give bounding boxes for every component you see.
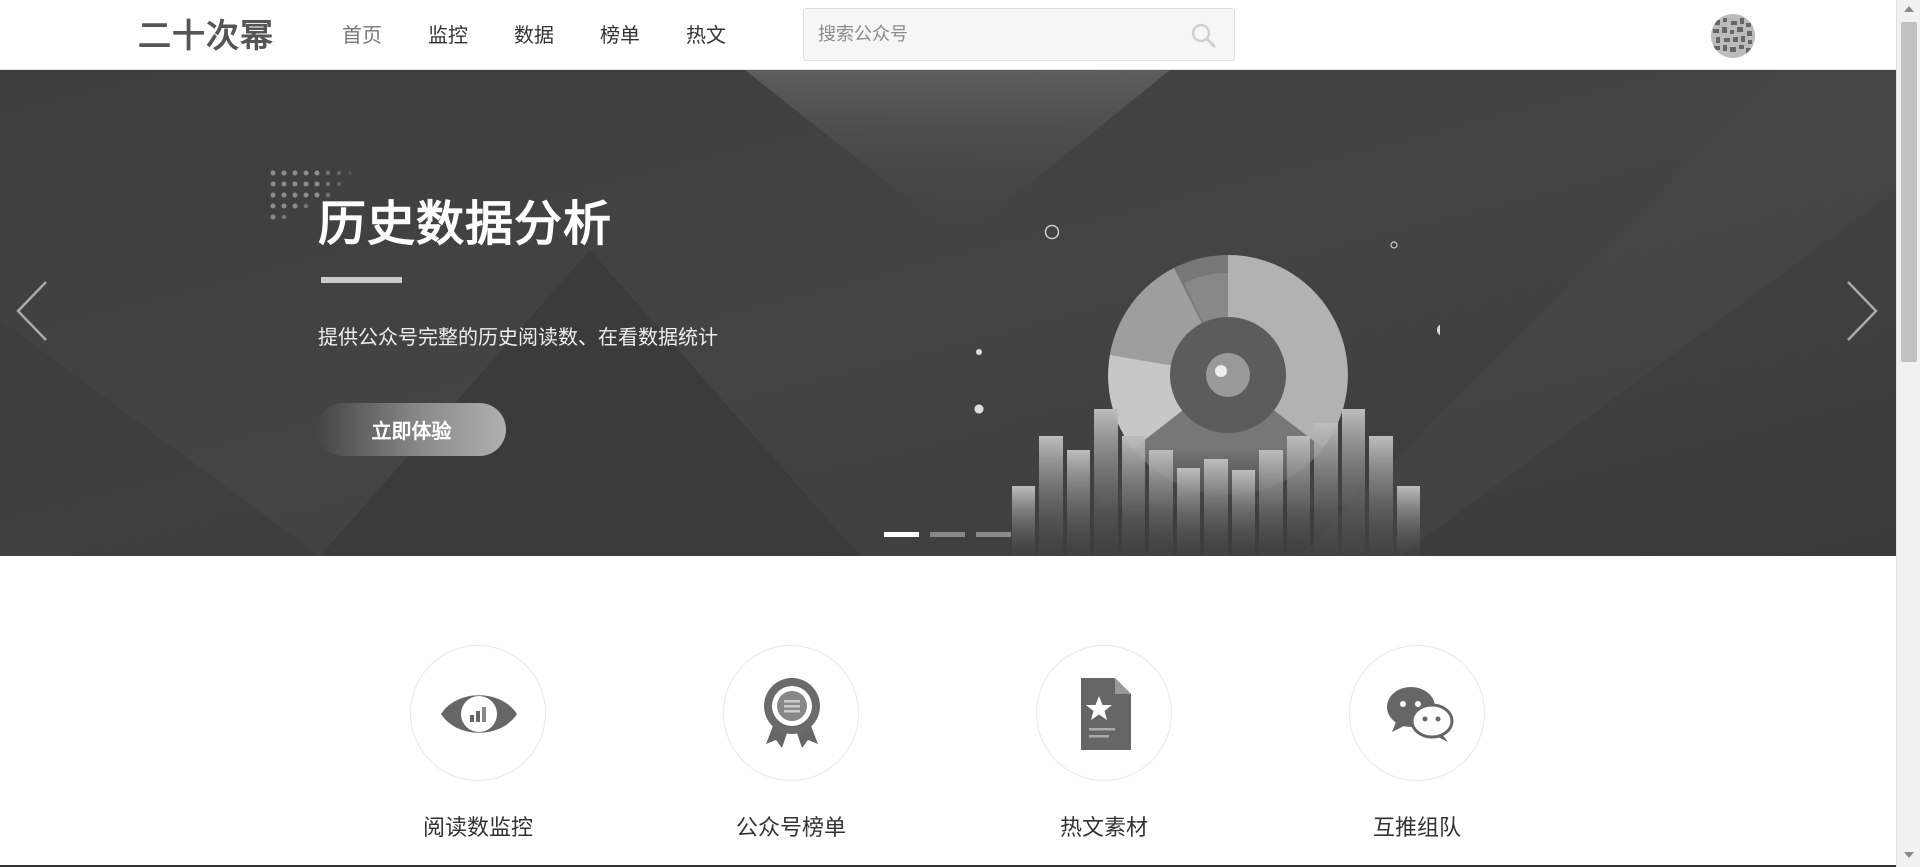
nav-item-home[interactable]: 首页 xyxy=(342,18,382,52)
slider-indicators xyxy=(884,532,1022,537)
feature-icon-circle[interactable] xyxy=(723,645,859,781)
feature-account-ranking[interactable]: 公众号榜单 xyxy=(680,645,900,865)
search-icon[interactable] xyxy=(1190,22,1216,48)
feature-label: 阅读数监控 xyxy=(422,816,533,841)
banner-subtitle: 提供公众号完整的历史阅读数、在看数据统计 xyxy=(318,325,718,349)
avatar[interactable] xyxy=(1711,14,1755,58)
eye-chart-icon xyxy=(441,695,517,733)
nav-item-data[interactable]: 数据 xyxy=(514,18,554,52)
analytics-illustration xyxy=(974,224,1440,556)
feature-label: 互推组队 xyxy=(1372,816,1461,841)
scroll-down-icon[interactable] xyxy=(1904,852,1914,858)
feature-icon-circle[interactable] xyxy=(1349,645,1485,781)
main-nav: 首页 监控 数据 榜单 热文 xyxy=(342,18,772,52)
award-ribbon-icon xyxy=(764,678,820,748)
feature-icon-circle[interactable] xyxy=(1036,645,1172,781)
page-scrollbar[interactable] xyxy=(1896,0,1920,867)
hero-banner: 历史数据分析 提供公众号完整的历史阅读数、在看数据统计 立即体验 xyxy=(0,70,1896,556)
feature-read-monitor[interactable]: 阅读数监控 xyxy=(367,645,587,865)
slider-dot-1[interactable] xyxy=(884,532,919,537)
top-header: 二十次幂 首页 监控 数据 榜单 热文 xyxy=(0,0,1896,70)
feature-label: 热文素材 xyxy=(1059,816,1148,841)
scroll-up-icon[interactable] xyxy=(1904,6,1914,12)
try-now-button[interactable]: 立即体验 xyxy=(317,403,506,456)
feature-hot-materials[interactable]: 热文素材 xyxy=(993,645,1213,865)
slider-dot-2[interactable] xyxy=(930,532,965,537)
nav-item-monitor[interactable]: 监控 xyxy=(428,18,468,52)
starred-document-icon xyxy=(1081,678,1131,750)
feature-section: 阅读数监控 公众号榜单 热文素材 互推组队 xyxy=(0,556,1896,867)
chat-bubbles-icon xyxy=(1387,687,1454,742)
nav-item-hot-articles[interactable]: 热文 xyxy=(686,18,726,52)
banner-prev-arrow[interactable] xyxy=(12,278,52,344)
slider-dot-3[interactable] xyxy=(976,532,1011,537)
nav-item-ranking[interactable]: 榜单 xyxy=(600,18,640,52)
feature-icon-circle[interactable] xyxy=(410,645,546,781)
feature-mutual-promotion[interactable]: 互推组队 xyxy=(1306,645,1526,865)
title-underline xyxy=(321,277,402,283)
banner-title: 历史数据分析 xyxy=(318,196,613,252)
banner-next-arrow[interactable] xyxy=(1842,278,1882,344)
search-input[interactable] xyxy=(818,9,1178,60)
feature-label: 公众号榜单 xyxy=(735,816,846,841)
site-logo[interactable]: 二十次幂 xyxy=(138,16,274,56)
scroll-thumb[interactable] xyxy=(1901,22,1917,362)
search-box xyxy=(803,8,1235,61)
